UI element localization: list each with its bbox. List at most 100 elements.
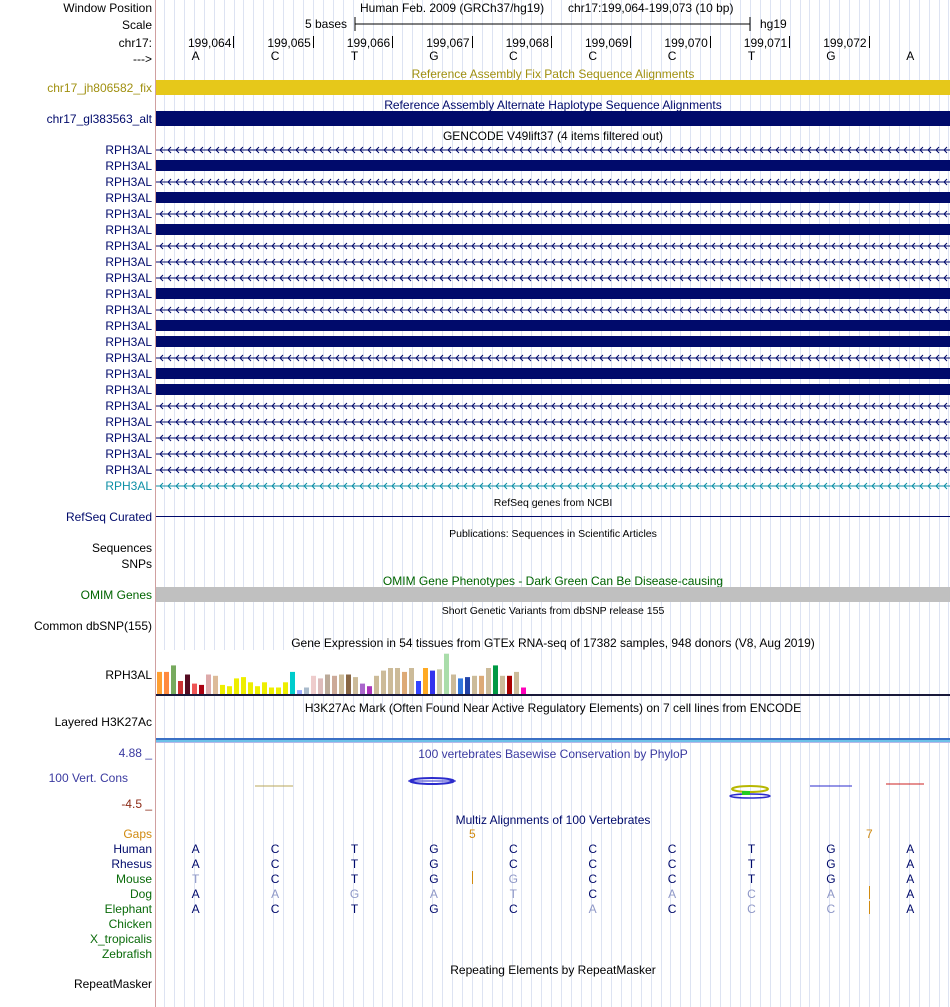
gtex-tissue-bar[interactable] bbox=[402, 671, 407, 694]
gtex-tissue-bar[interactable] bbox=[507, 675, 512, 694]
gencode-intron-line[interactable] bbox=[156, 416, 950, 428]
gencode-intron-line[interactable] bbox=[156, 240, 950, 252]
gencode-transcript-label[interactable]: RPH3AL bbox=[105, 351, 152, 365]
gtex-tissue-bar[interactable] bbox=[248, 682, 253, 694]
gencode-transcript-label[interactable]: RPH3AL bbox=[105, 287, 152, 301]
gencode-exon-block[interactable] bbox=[156, 336, 950, 347]
gtex-tissue-bar[interactable] bbox=[339, 674, 344, 695]
gencode-exon-block[interactable] bbox=[156, 288, 950, 299]
gencode-intron-line[interactable] bbox=[156, 144, 950, 156]
gtex-tissue-bar[interactable] bbox=[283, 682, 288, 694]
gencode-transcript-label[interactable]: RPH3AL bbox=[105, 335, 152, 349]
gencode-transcript-label[interactable]: RPH3AL bbox=[105, 463, 152, 477]
gencode-transcript-label[interactable]: RPH3AL bbox=[105, 239, 152, 253]
phylop-conservation-plot[interactable] bbox=[0, 770, 950, 810]
gtex-tissue-bar[interactable] bbox=[486, 668, 491, 694]
gtex-tissue-bar[interactable] bbox=[437, 669, 442, 694]
alt-haplo-alignment[interactable] bbox=[156, 111, 950, 126]
species-label[interactable]: Chicken bbox=[109, 917, 152, 931]
gtex-tissue-bar[interactable] bbox=[185, 674, 190, 695]
gtex-tissue-bar[interactable] bbox=[395, 668, 400, 694]
gencode-transcript-label[interactable]: RPH3AL bbox=[105, 303, 152, 317]
species-label[interactable]: X_tropicalis bbox=[90, 932, 152, 946]
gtex-tissue-bar[interactable] bbox=[353, 677, 358, 694]
gtex-tissue-bar[interactable] bbox=[493, 665, 498, 694]
gtex-tissue-bar[interactable] bbox=[416, 681, 421, 694]
gencode-transcript-label[interactable]: RPH3AL bbox=[105, 367, 152, 381]
gencode-exon-block[interactable] bbox=[156, 192, 950, 203]
gtex-tissue-bar[interactable] bbox=[430, 670, 435, 694]
gencode-transcript-label[interactable]: RPH3AL bbox=[105, 431, 152, 445]
gencode-transcript-label[interactable]: RPH3AL bbox=[105, 319, 152, 333]
h3k27ac-label[interactable]: Layered H3K27Ac bbox=[55, 715, 152, 729]
gencode-transcript-label[interactable]: RPH3AL bbox=[105, 447, 152, 461]
gtex-tissue-bar[interactable] bbox=[346, 674, 351, 695]
species-label[interactable]: Dog bbox=[130, 887, 152, 901]
gencode-exon-block[interactable] bbox=[156, 224, 950, 235]
gencode-exon-block[interactable] bbox=[156, 160, 950, 171]
gencode-intron-line[interactable] bbox=[156, 256, 950, 268]
publications-snps-label[interactable]: SNPs bbox=[121, 557, 152, 571]
gtex-tissue-bar[interactable] bbox=[227, 686, 232, 694]
gencode-transcript-label[interactable]: RPH3AL bbox=[105, 399, 152, 413]
gtex-tissue-bar[interactable] bbox=[206, 674, 211, 695]
gtex-tissue-bar[interactable] bbox=[458, 678, 463, 694]
gencode-transcript-label[interactable]: RPH3AL bbox=[105, 255, 152, 269]
gencode-intron-line[interactable] bbox=[156, 304, 950, 316]
gencode-transcript-label[interactable]: RPH3AL bbox=[105, 271, 152, 285]
gtex-tissue-bar[interactable] bbox=[325, 674, 330, 695]
gtex-tissue-bar[interactable] bbox=[332, 675, 337, 694]
gencode-exon-block[interactable] bbox=[156, 384, 950, 395]
gencode-transcript-label[interactable]: RPH3AL bbox=[105, 415, 152, 429]
omim-label[interactable]: OMIM Genes bbox=[81, 588, 152, 602]
gencode-intron-line[interactable] bbox=[156, 464, 950, 476]
refseq-label[interactable]: RefSeq Curated bbox=[66, 510, 152, 524]
gtex-tissue-bar[interactable] bbox=[255, 686, 260, 694]
gencode-transcript-label[interactable]: RPH3AL bbox=[105, 479, 152, 493]
gtex-tissue-bar[interactable] bbox=[451, 674, 456, 695]
gencode-transcript-label[interactable]: RPH3AL bbox=[105, 383, 152, 397]
gtex-tissue-bar[interactable] bbox=[234, 678, 239, 694]
gtex-tissue-bar[interactable] bbox=[157, 671, 162, 694]
gtex-tissue-bar[interactable] bbox=[213, 675, 218, 694]
gtex-tissue-bar[interactable] bbox=[388, 668, 393, 694]
gencode-exon-block[interactable] bbox=[156, 320, 950, 331]
gtex-tissue-bar[interactable] bbox=[444, 653, 449, 694]
gtex-tissue-bar[interactable] bbox=[318, 678, 323, 694]
refseq-gene-line[interactable] bbox=[156, 516, 950, 517]
alt-haplo-label[interactable]: chr17_gl383563_alt bbox=[47, 112, 152, 126]
gtex-tissue-bar[interactable] bbox=[465, 677, 470, 694]
gencode-intron-line[interactable] bbox=[156, 480, 950, 492]
gtex-tissue-bar[interactable] bbox=[262, 682, 267, 694]
gtex-tissue-bar[interactable] bbox=[374, 675, 379, 694]
gencode-intron-line[interactable] bbox=[156, 352, 950, 364]
gtex-tissue-bar[interactable] bbox=[360, 683, 365, 694]
gencode-transcript-label[interactable]: RPH3AL bbox=[105, 191, 152, 205]
fix-patch-alignment[interactable] bbox=[156, 80, 950, 95]
gencode-intron-line[interactable] bbox=[156, 176, 950, 188]
gtex-tissue-bar[interactable] bbox=[479, 675, 484, 694]
gtex-tissue-bar[interactable] bbox=[171, 665, 176, 694]
publications-sequences-label[interactable]: Sequences bbox=[92, 541, 152, 555]
gencode-exon-block[interactable] bbox=[156, 368, 950, 379]
gencode-transcript-label[interactable]: RPH3AL bbox=[105, 159, 152, 173]
gtex-tissue-bar[interactable] bbox=[367, 686, 372, 694]
gencode-transcript-label[interactable]: RPH3AL bbox=[105, 143, 152, 157]
gtex-tissue-bar[interactable] bbox=[290, 671, 295, 694]
species-label[interactable]: Mouse bbox=[116, 872, 152, 886]
species-label[interactable]: Human bbox=[113, 842, 152, 856]
gencode-intron-line[interactable] bbox=[156, 208, 950, 220]
gtex-tissue-bar[interactable] bbox=[164, 671, 169, 694]
gencode-intron-line[interactable] bbox=[156, 272, 950, 284]
gtex-tissue-bar[interactable] bbox=[220, 684, 225, 694]
gtex-tissue-bar[interactable] bbox=[514, 671, 519, 694]
species-label[interactable]: Elephant bbox=[105, 902, 152, 916]
gencode-intron-line[interactable] bbox=[156, 432, 950, 444]
gtex-tissue-bar[interactable] bbox=[381, 670, 386, 694]
gtex-tissue-bar[interactable] bbox=[178, 681, 183, 694]
gtex-tissue-bar[interactable] bbox=[472, 675, 477, 694]
gtex-tissue-bar[interactable] bbox=[199, 684, 204, 694]
omim-gene-bar[interactable] bbox=[156, 587, 950, 602]
dbsnp-label[interactable]: Common dbSNP(155) bbox=[34, 619, 152, 633]
gtex-tissue-bar[interactable] bbox=[500, 675, 505, 694]
